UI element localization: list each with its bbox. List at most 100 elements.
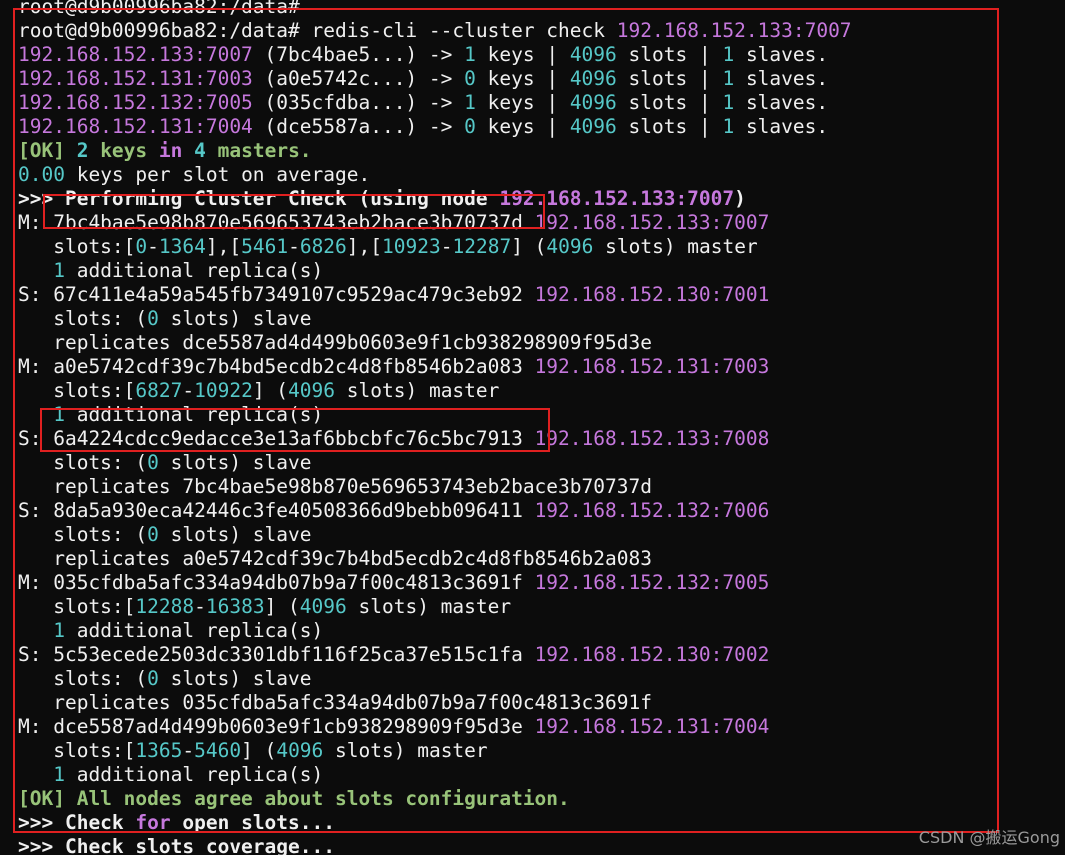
terminal-text-segment: replicates 7bc4bae5e98b870e569653743eb2b…: [18, 475, 652, 498]
terminal-text-segment: -: [182, 739, 195, 762]
terminal-text-segment: replicates a0e5742cdf39c7b4bd5ecdb2c4d8f…: [18, 547, 652, 570]
terminal-window[interactable]: root@d9b00996ba82:/data# root@d9b00996ba…: [0, 0, 1065, 855]
terminal-line: [OK] All nodes agree about slots configu…: [18, 787, 1065, 811]
terminal-line: slots:[6827-10922] (4096 slots) master: [18, 379, 1065, 403]
terminal-text-segment: replicates 035cfdba5afc334a94db07b9a7f00…: [18, 691, 652, 714]
terminal-text-segment: (a0e5742c...) ->: [252, 67, 465, 90]
terminal-text-segment: 16383: [205, 595, 265, 618]
terminal-text-segment: slots: (: [18, 307, 148, 330]
terminal-text-segment: masters.: [205, 139, 312, 162]
terminal-text-segment: slots) master: [593, 235, 758, 258]
terminal-text-segment: slaves.: [734, 115, 829, 138]
terminal-line: >>> Check slots coverage...: [18, 835, 1065, 855]
terminal-text-segment: root@d9b00996ba82:/data#: [18, 0, 312, 18]
terminal-text-segment: 0: [147, 667, 159, 690]
terminal-text-segment: keys |: [475, 43, 570, 66]
terminal-text-segment: slots: (: [18, 451, 148, 474]
terminal-line: slots:[12288-16383] (4096 slots) master: [18, 595, 1065, 619]
terminal-text-segment: 1: [722, 115, 735, 138]
terminal-text-segment: 1: [722, 91, 735, 114]
terminal-line: 0.00 keys per slot on average.: [18, 163, 1065, 187]
terminal-line: S: 6a4224cdcc9edacce3e13af6bbcbfc76c5bc7…: [18, 427, 1065, 451]
terminal-text-segment: S: 6a4224cdcc9edacce3e13af6bbcbfc76c5bc7…: [18, 427, 535, 450]
terminal-text-segment: 1: [53, 619, 65, 642]
terminal-text-segment: ],[: [346, 235, 383, 258]
terminal-text-segment: 0: [135, 235, 148, 258]
terminal-text-segment: -: [194, 595, 206, 618]
terminal-text-segment: 4096: [546, 235, 594, 258]
terminal-line: S: 67c411e4a59a545fb7349107c9529ac479c3e…: [18, 283, 1065, 307]
watermark: CSDN @搬运Gong: [918, 828, 1060, 847]
terminal-line: M: 035cfdba5afc334a94db07b9a7f00c4813c36…: [18, 571, 1065, 595]
terminal-line: slots:[0-1364],[5461-6826],[10923-12287]…: [18, 235, 1065, 259]
terminal-line: slots: (0 slots) slave: [18, 523, 1065, 547]
terminal-text-segment: slots:[: [18, 379, 136, 402]
terminal-text-segment: keys per slot on average.: [64, 163, 371, 186]
terminal-line: slots: (0 slots) slave: [18, 307, 1065, 331]
terminal-line: >>> Performing Cluster Check (using node…: [18, 187, 1065, 211]
terminal-line: replicates a0e5742cdf39c7b4bd5ecdb2c4d8f…: [18, 547, 1065, 571]
terminal-text-segment: >>> Performing Cluster Check (using node: [18, 187, 500, 210]
terminal-line: 1 additional replica(s): [18, 403, 1065, 427]
terminal-text-segment: (dce5587a...) ->: [252, 115, 465, 138]
terminal-text-segment: 1: [53, 763, 65, 786]
terminal-text-segment: 6826: [299, 235, 347, 258]
terminal-line: >>> Check for open slots...: [18, 811, 1065, 835]
terminal-text-segment: S: 67c411e4a59a545fb7349107c9529ac479c3e…: [18, 283, 535, 306]
terminal-line: 192.168.152.131:7004 (dce5587a...) -> 0 …: [18, 115, 1065, 139]
terminal-text-segment: S: 8da5a930eca42446c3fe40508366d9bebb096…: [18, 499, 535, 522]
terminal-text-segment: 10923: [382, 235, 441, 258]
terminal-text-segment: open slots...: [170, 811, 336, 834]
terminal-text-segment: 0: [464, 67, 476, 90]
terminal-text-segment: 4096: [569, 67, 617, 90]
terminal-text-segment: 0: [147, 451, 159, 474]
terminal-line: 192.168.152.131:7003 (a0e5742c...) -> 0 …: [18, 67, 1065, 91]
terminal-line: 1 additional replica(s): [18, 259, 1065, 283]
terminal-text-segment: 4096: [299, 595, 347, 618]
terminal-text-segment: 192.168.152.130:7001: [534, 283, 770, 306]
terminal-line: slots:[1365-5460] (4096 slots) master: [18, 739, 1065, 763]
terminal-text-segment: [OK]: [18, 139, 77, 162]
terminal-text-segment: 4096: [569, 115, 617, 138]
terminal-text-segment: 2: [76, 139, 89, 162]
terminal-text-segment: 4096: [569, 91, 617, 114]
terminal-text-segment: slots) slave: [158, 667, 312, 690]
terminal-text-segment: slots) master: [323, 739, 488, 762]
terminal-text-segment: 4096: [288, 379, 336, 402]
terminal-line: [OK] 2 keys in 4 masters.: [18, 139, 1065, 163]
terminal-text-segment: -: [288, 235, 300, 258]
terminal-text-segment: slaves.: [734, 43, 829, 66]
terminal-line: replicates 035cfdba5afc334a94db07b9a7f00…: [18, 691, 1065, 715]
terminal-text-segment: 10922: [194, 379, 253, 402]
terminal-text-segment: ] (: [264, 595, 300, 618]
terminal-text-segment: (035cfdba...) ->: [252, 91, 465, 114]
terminal-text-segment: 192.168.152.131:7004: [18, 115, 253, 138]
terminal-text-segment: M: 7bc4bae5e98b870e569653743eb2bace3b707…: [18, 211, 535, 234]
terminal-text-segment: 192.168.152.131:7003: [534, 355, 770, 378]
terminal-text-segment: 192.168.152.133:7007: [616, 19, 852, 42]
terminal-text-segment: ] (: [511, 235, 547, 258]
terminal-text-segment: slots) slave: [158, 307, 312, 330]
terminal-text-segment: 192.168.152.132:7005: [18, 91, 253, 114]
terminal-text-segment: additional replica(s): [64, 259, 324, 282]
terminal-text-segment: additional replica(s): [64, 403, 324, 426]
terminal-text-segment: keys |: [475, 67, 570, 90]
terminal-text-segment: slots) master: [346, 595, 512, 618]
terminal-text-segment: keys |: [475, 91, 570, 114]
terminal-text-segment: 4096: [569, 43, 617, 66]
terminal-text-segment: slots |: [616, 115, 723, 138]
terminal-line: slots: (0 slots) slave: [18, 451, 1065, 475]
terminal-text-segment: 1364: [158, 235, 206, 258]
terminal-text-segment: slaves.: [734, 91, 829, 114]
terminal-text-segment: slots |: [616, 91, 723, 114]
terminal-text-segment: slots:[: [18, 235, 136, 258]
terminal-text-segment: S: 5c53ecede2503dc3301dbf116f25ca37e515c…: [18, 643, 535, 666]
terminal-line: 192.168.152.133:7007 (7bc4bae5...) -> 1 …: [18, 43, 1065, 67]
terminal-text-segment: keys: [88, 139, 159, 162]
terminal-text-segment: 192.168.152.130:7002: [534, 643, 770, 666]
terminal-text-segment: slots |: [616, 67, 723, 90]
terminal-text-segment: slots:[: [18, 595, 136, 618]
terminal-line: M: 7bc4bae5e98b870e569653743eb2bace3b707…: [18, 211, 1065, 235]
